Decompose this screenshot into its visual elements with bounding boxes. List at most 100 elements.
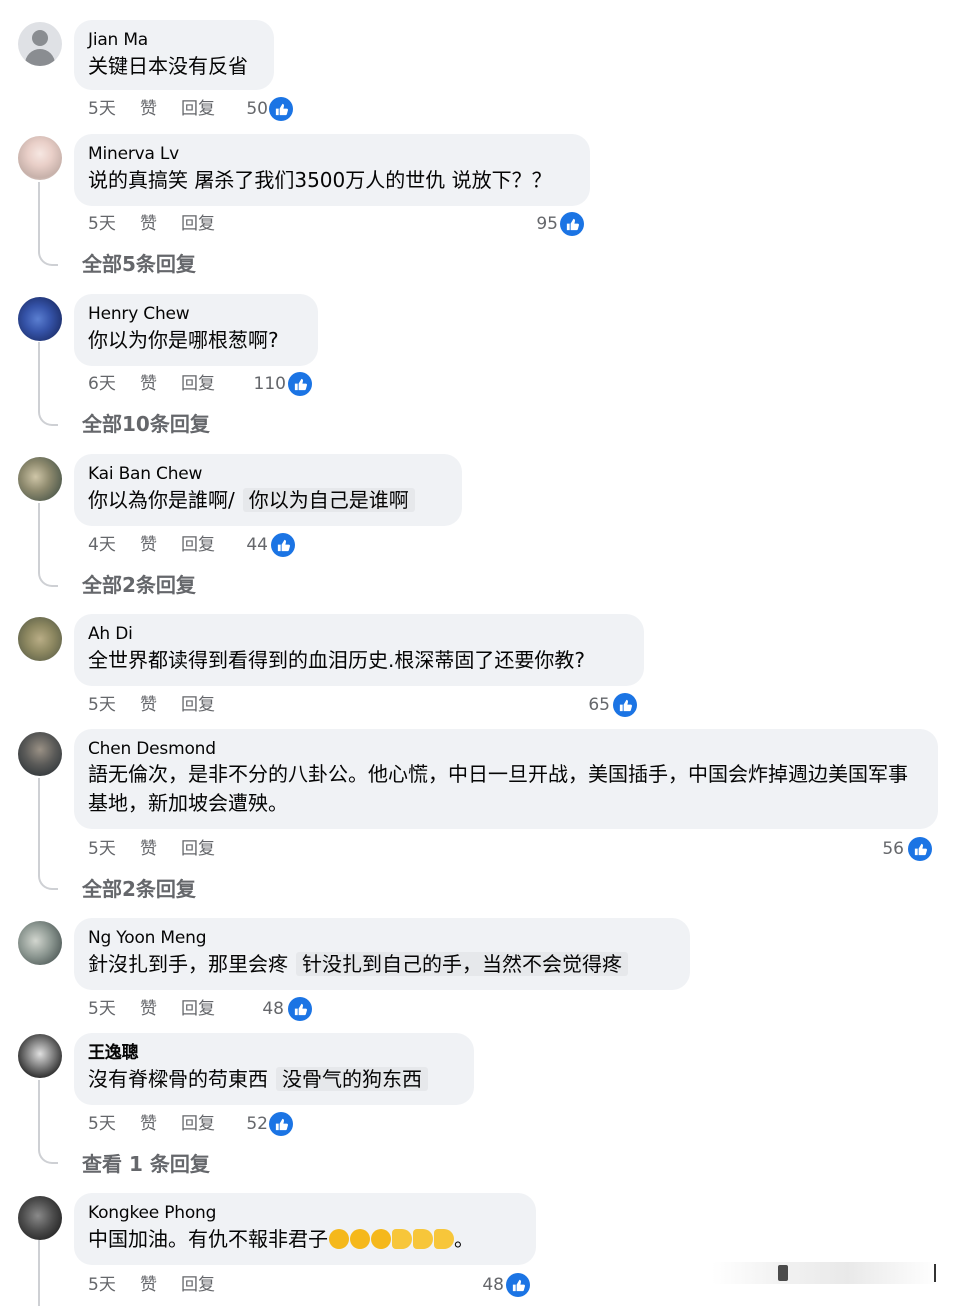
like-button[interactable]: 赞 bbox=[140, 693, 157, 717]
thumbs-up-icon bbox=[560, 212, 584, 236]
like-button[interactable]: 赞 bbox=[140, 837, 157, 861]
like-count[interactable]: 48 bbox=[468, 1273, 504, 1297]
comment-text: 关键日本没有反省 bbox=[88, 54, 248, 78]
commenter-name[interactable]: Minerva Lv bbox=[88, 143, 576, 165]
default-avatar-icon[interactable] bbox=[18, 22, 62, 66]
like-button[interactable]: 赞 bbox=[140, 997, 157, 1021]
commenter-name[interactable]: Ah Di bbox=[88, 623, 630, 645]
comment-time[interactable]: 5天 bbox=[88, 212, 116, 236]
view-replies-link[interactable]: 全部10条回复 bbox=[82, 411, 210, 437]
reply-button[interactable]: 回复 bbox=[181, 997, 215, 1021]
reply-button[interactable]: 回复 bbox=[181, 372, 215, 396]
comment-bubble: Chen Desmond 語无倫次，是非不分的八卦公。他心慌，中日一旦开战，美国… bbox=[74, 729, 938, 829]
comment-time[interactable]: 5天 bbox=[88, 837, 116, 861]
thumbs-up-icon bbox=[288, 997, 312, 1021]
like-count[interactable]: 44 bbox=[238, 533, 268, 557]
reply-button[interactable]: 回复 bbox=[181, 97, 215, 121]
avatar[interactable] bbox=[18, 921, 62, 965]
clap-emoji-icon bbox=[371, 1229, 391, 1249]
avatar[interactable] bbox=[18, 1034, 62, 1078]
thumbs-up-icon bbox=[269, 1112, 293, 1136]
comment-actions: 6天 赞 回复 110 bbox=[88, 372, 328, 396]
avatar[interactable] bbox=[18, 457, 62, 501]
like-count[interactable]: 65 bbox=[574, 693, 610, 717]
flexed-biceps-emoji-icon bbox=[413, 1229, 433, 1249]
thread-line bbox=[38, 503, 40, 569]
thumbs-up-icon bbox=[613, 693, 637, 717]
like-button[interactable]: 赞 bbox=[140, 372, 157, 396]
comment-bubble: Henry Chew 你以为你是哪根葱啊? bbox=[74, 294, 318, 366]
clap-emoji-icon bbox=[350, 1229, 370, 1249]
reply-button[interactable]: 回复 bbox=[181, 1273, 215, 1297]
thread-line bbox=[38, 342, 40, 408]
comment-time[interactable]: 5天 bbox=[88, 693, 116, 717]
comment-bubble: Minerva Lv 说的真搞笑 屠杀了我们3500万人的世仇 说放下？？ bbox=[74, 134, 590, 206]
comment-bubble: Ng Yoon Meng 針沒扎到手，那里会疼 针没扎到自己的手，当然不会觉得疼 bbox=[74, 918, 690, 990]
reply-button[interactable]: 回复 bbox=[181, 1112, 215, 1136]
comment-text: 針沒扎到手，那里会疼 bbox=[88, 952, 288, 976]
comment-time[interactable]: 5天 bbox=[88, 1273, 116, 1297]
comment-actions: 5天 赞 回复 65 bbox=[88, 693, 648, 717]
reply-button[interactable]: 回复 bbox=[181, 212, 215, 236]
comment-bubble: 王逸聰 沒有脊樑骨的苟東西 没骨气的狗东西 bbox=[74, 1033, 474, 1105]
like-button[interactable]: 赞 bbox=[140, 533, 157, 557]
comment-time[interactable]: 4天 bbox=[88, 533, 116, 557]
flexed-biceps-emoji-icon bbox=[434, 1229, 454, 1249]
comment-text: 中国加油。有仇不報非君子 bbox=[88, 1227, 328, 1251]
commenter-name[interactable]: Ng Yoon Meng bbox=[88, 927, 676, 949]
commenter-name[interactable]: Kongkee Phong bbox=[88, 1202, 522, 1224]
like-count[interactable]: 50 bbox=[238, 97, 268, 121]
like-button[interactable]: 赞 bbox=[140, 1112, 157, 1136]
comment-time[interactable]: 5天 bbox=[88, 997, 116, 1021]
comment-text: 说的真搞笑 屠杀了我们3500万人的世仇 说放下？？ bbox=[88, 168, 552, 192]
comment-actions: 4天 赞 回复 44 bbox=[88, 533, 328, 557]
comment-time[interactable]: 6天 bbox=[88, 372, 116, 396]
flexed-biceps-emoji-icon bbox=[392, 1229, 412, 1249]
like-count[interactable]: 48 bbox=[248, 997, 284, 1021]
commenter-name[interactable]: Henry Chew bbox=[88, 303, 304, 325]
thread-line bbox=[38, 1240, 40, 1306]
like-count[interactable]: 52 bbox=[238, 1112, 268, 1136]
comment-bubble: Kongkee Phong 中国加油。有仇不報非君子 。 bbox=[74, 1193, 536, 1265]
view-replies-link[interactable]: 全部2条回复 bbox=[82, 876, 196, 902]
thread-line bbox=[38, 182, 40, 248]
like-count[interactable]: 110 bbox=[246, 372, 286, 396]
avatar[interactable] bbox=[18, 732, 62, 776]
view-replies-link[interactable]: 查看 1 条回复 bbox=[82, 1151, 210, 1177]
like-count[interactable]: 56 bbox=[868, 837, 904, 861]
thumbs-up-icon bbox=[269, 97, 293, 121]
avatar[interactable] bbox=[18, 1196, 62, 1240]
avatar[interactable] bbox=[18, 617, 62, 661]
comment-text: 你以为你是哪根葱啊? bbox=[88, 328, 279, 352]
comment-time[interactable]: 5天 bbox=[88, 97, 116, 121]
comment-time[interactable]: 5天 bbox=[88, 1112, 116, 1136]
reply-button[interactable]: 回复 bbox=[181, 837, 215, 861]
reply-button[interactable]: 回复 bbox=[181, 693, 215, 717]
avatar[interactable] bbox=[18, 136, 62, 180]
avatar[interactable] bbox=[18, 297, 62, 341]
comment-actions: 5天 赞 回复 52 bbox=[88, 1112, 328, 1136]
view-replies-link[interactable]: 全部5条回复 bbox=[82, 251, 196, 277]
commenter-name[interactable]: 王逸聰 bbox=[88, 1042, 460, 1064]
like-button[interactable]: 赞 bbox=[140, 212, 157, 236]
scrollbar-thumb[interactable] bbox=[778, 1265, 788, 1281]
commenter-name[interactable]: Chen Desmond bbox=[88, 738, 924, 760]
like-button[interactable]: 赞 bbox=[140, 97, 157, 121]
comment-text: 語无倫次，是非不分的八卦公。他心慌，中日一旦开战，美国插手，中国会炸掉週边美国军… bbox=[88, 762, 908, 815]
like-button[interactable]: 赞 bbox=[140, 1273, 157, 1297]
view-replies-link[interactable]: 全部2条回复 bbox=[82, 572, 196, 598]
translation-text: 针没扎到自己的手，当然不会觉得疼 bbox=[296, 952, 628, 976]
reply-button[interactable]: 回复 bbox=[181, 533, 215, 557]
comment-text-row: 你以為你是誰啊/你以为自己是谁啊 bbox=[88, 485, 448, 515]
scrollbar-end-icon bbox=[930, 1264, 936, 1282]
comment-actions: 5天 赞 回复 50 bbox=[88, 97, 308, 121]
like-count[interactable]: 95 bbox=[518, 212, 558, 236]
thumbs-up-icon bbox=[271, 533, 295, 557]
thread-line bbox=[38, 778, 40, 872]
comment-text-tail: 。 bbox=[454, 1227, 474, 1251]
comment-text: 全世界都读得到看得到的血泪历史.根深蒂固了还要你教? bbox=[88, 648, 585, 672]
commenter-name[interactable]: Jian Ma bbox=[88, 29, 260, 51]
horizontal-scrollbar[interactable] bbox=[712, 1262, 938, 1284]
commenter-name[interactable]: Kai Ban Chew bbox=[88, 463, 448, 485]
comment-text: 你以為你是誰啊/ bbox=[88, 488, 235, 512]
